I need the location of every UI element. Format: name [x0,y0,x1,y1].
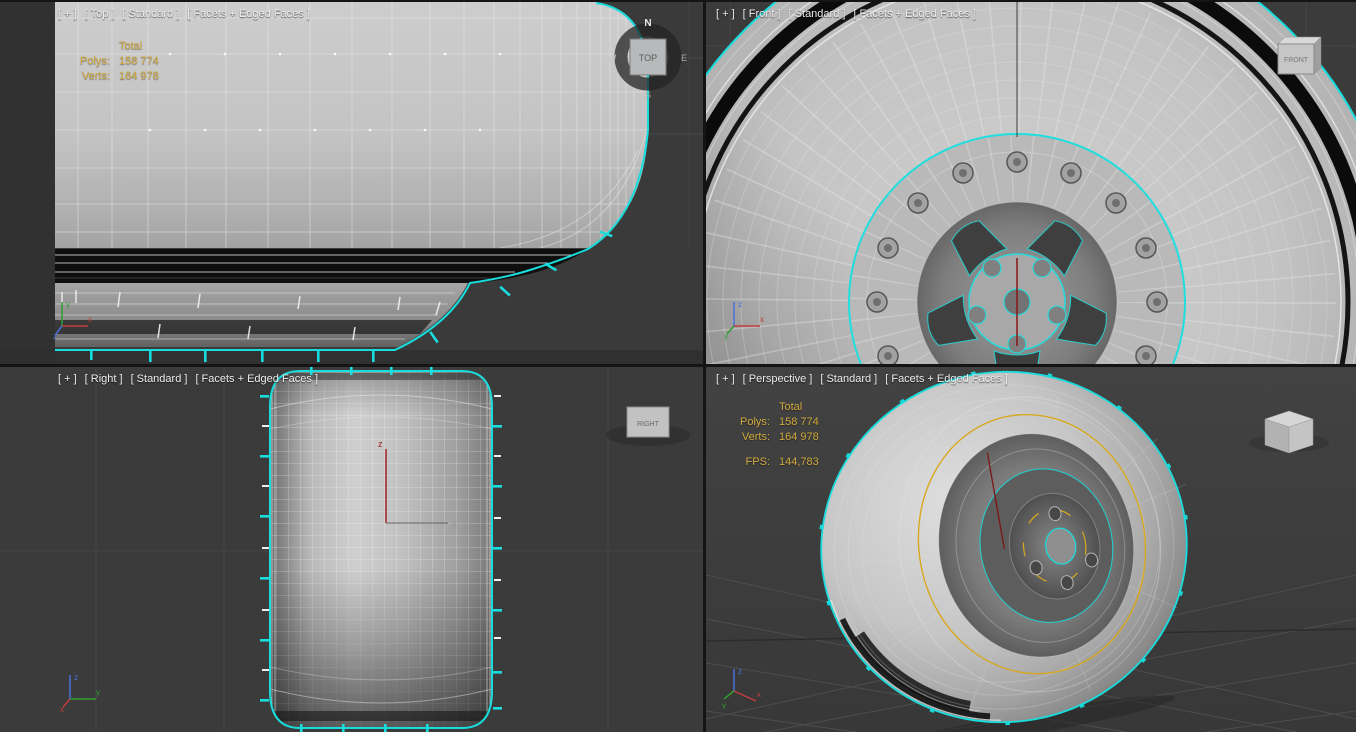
viewport-right[interactable]: z y [ + ] [ Right ] [ Standard ] [ Facet… [0,367,703,732]
stats-total-label: Total [779,401,803,413]
offgrid-strip [0,2,55,364]
axis-x-label: x [757,690,761,699]
view-menu-button[interactable]: [ Top ] [85,8,115,20]
axis-z-label: z [738,667,742,676]
compass-south[interactable]: S [645,90,651,100]
shading-menu-button[interactable]: [ Facets + Edged Faces ] [195,373,318,385]
compass-west[interactable]: W [608,53,617,63]
statistics-overlay: Total Polys: 158 774 Verts: 164 978 FPS:… [722,401,819,468]
stats-fps-value: 144,783 [779,456,819,468]
viewcube[interactable]: TOP N E S W [603,12,693,102]
viewcube-face-label[interactable]: RIGHT [637,421,660,428]
renderer-menu-button[interactable]: [ Standard ] [122,8,179,20]
general-menu-button[interactable]: [ + ] [716,8,735,20]
axis-z-label: z [74,673,78,682]
wheel-front-model [706,2,1356,364]
viewport-perspective[interactable]: [ + ] [ Perspective ] [ Standard ] [ Fac… [706,367,1356,732]
stats-polys-value: 158 774 [779,416,819,428]
axis-tripod-gizmo: z x y [722,667,761,709]
stats-polys-label: Polys: [740,416,770,428]
axis-x-label: x [88,315,92,324]
shading-menu-button[interactable]: [ Facets + Edged Faces ] [853,8,976,20]
axis-x-label: x [760,315,764,324]
viewport-label-menu: [ + ] [ Right ] [ Standard ] [ Facets + … [58,373,318,385]
stats-total-label: Total [119,40,143,52]
viewcube[interactable]: RIGHT [598,393,698,463]
viewport-label-menu: [ + ] [ Top ] [ Standard ] [ Facets + Ed… [58,8,310,20]
view-menu-button[interactable]: [ Front ] [743,8,781,20]
stats-verts-label: Verts: [81,70,110,82]
axis-tripod-gizmo: y x z [53,300,92,340]
stats-verts-value: 164 978 [119,70,159,82]
axis-z-label: z [738,300,742,309]
viewport-front[interactable]: [ + ] [ Front ] [ Standard ] [ Facets + … [706,2,1356,364]
viewcube[interactable] [1244,391,1334,461]
compass-east[interactable]: E [681,53,687,63]
below-model-shadow [0,350,703,364]
axis-tripod-gizmo: z y x [60,673,100,713]
axis-x-label: x [60,705,64,713]
renderer-menu-button[interactable]: [ Standard ] [131,373,188,385]
general-menu-button[interactable]: [ + ] [716,373,735,385]
axis-z-label: z [378,439,383,449]
axis-y-label: y [96,688,100,697]
stats-polys-value: 158 774 [119,55,159,67]
axis-z-label: z [53,332,57,340]
renderer-menu-button[interactable]: [ Standard ] [820,373,877,385]
axis-y-label: y [66,300,70,309]
viewport-label-menu: [ + ] [ Perspective ] [ Standard ] [ Fac… [716,373,1008,385]
viewcube-face-label[interactable]: TOP [639,53,657,63]
viewport-grid: [ + ] [ Top ] [ Standard ] [ Facets + Ed… [0,0,1356,732]
axis-y-label: y [452,519,457,529]
axis-y-label: y [722,701,726,709]
axis-tripod-gizmo: z x y [724,300,764,340]
viewport-label-menu: [ + ] [ Front ] [ Standard ] [ Facets + … [716,8,976,20]
compass-north[interactable]: N [644,18,651,29]
viewcube[interactable]: FRONT [1267,28,1327,88]
tire-tread-band [55,249,588,283]
tire-top-surface [55,2,648,248]
stats-polys-label: Polys: [80,55,110,67]
general-menu-button[interactable]: [ + ] [58,373,77,385]
general-menu-button[interactable]: [ + ] [58,8,77,20]
viewcube-face-label[interactable]: FRONT [1284,57,1309,64]
stats-fps-label: FPS: [745,456,770,468]
shading-menu-button[interactable]: [ Facets + Edged Faces ] [187,8,310,20]
tire-sidewall-band [55,283,468,347]
shading-menu-button[interactable]: [ Facets + Edged Faces ] [885,373,1008,385]
stats-verts-value: 164 978 [779,431,819,443]
stats-verts-label: Verts: [741,431,770,443]
view-menu-button[interactable]: [ Right ] [85,373,123,385]
statistics-overlay: Total Polys: 158 774 Verts: 164 978 [62,40,159,82]
view-menu-button[interactable]: [ Perspective ] [743,373,813,385]
front-view-scene [706,2,1356,364]
viewport-top[interactable]: [ + ] [ Top ] [ Standard ] [ Facets + Ed… [0,2,703,364]
axis-y-label: y [724,332,728,340]
renderer-menu-button[interactable]: [ Standard ] [789,8,846,20]
tire-side-model: z y [260,367,502,732]
